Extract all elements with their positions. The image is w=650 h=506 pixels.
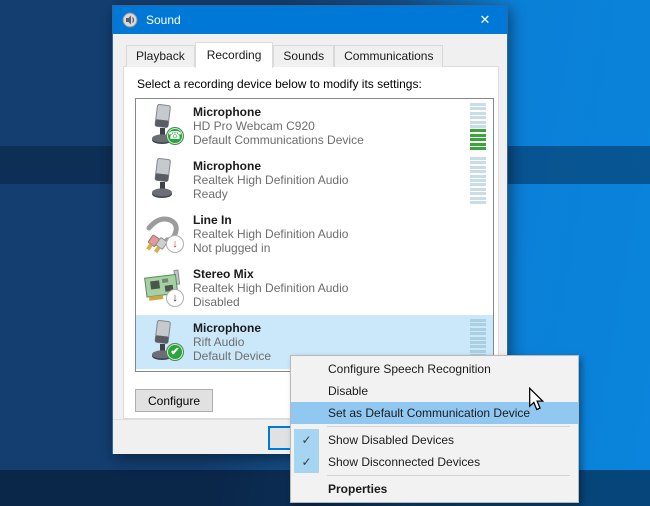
not-plugged-in-badge-icon: ↓ (166, 235, 184, 253)
communications-default-badge-icon: ☎ (166, 127, 184, 145)
default-device-badge-icon: ✔ (166, 343, 184, 361)
device-name: Line In (193, 213, 348, 227)
tab-playback[interactable]: Playback (126, 45, 195, 67)
menu-separator (327, 475, 570, 476)
checkmark-icon: ✓ (294, 429, 319, 451)
menu-item-label: Show Disconnected Devices (328, 455, 480, 469)
device-description: Rift Audio (193, 335, 271, 349)
menu-gutter (294, 380, 319, 402)
device-status: Not plugged in (193, 241, 348, 255)
tab-sounds[interactable]: Sounds (273, 45, 334, 67)
menu-separator (327, 426, 570, 427)
device-description: Realtek High Definition Audio (193, 281, 348, 295)
menu-item-properties[interactable]: Properties (291, 478, 578, 500)
device-status: Disabled (193, 295, 348, 309)
device-name: Microphone (193, 159, 348, 173)
menu-item-show-disconnected-devices[interactable]: ✓ Show Disconnected Devices (291, 451, 578, 473)
tab-communications[interactable]: Communications (334, 45, 443, 67)
menu-gutter (294, 358, 319, 380)
microphone-icon (143, 158, 183, 202)
checkmark-icon: ✓ (294, 451, 319, 473)
device-text: Stereo MixRealtek High Definition AudioD… (193, 267, 348, 309)
menu-gutter (294, 402, 319, 424)
device-name: Microphone (193, 105, 364, 119)
titlebar[interactable]: Sound ✕ (113, 6, 507, 34)
instruction-label: Select a recording device below to modif… (137, 77, 422, 91)
device-row[interactable]: MicrophoneRealtek High Definition AudioR… (136, 153, 493, 207)
device-description: Realtek High Definition Audio (193, 227, 348, 241)
menu-item-configure-speech-recognition[interactable]: Configure Speech Recognition (291, 358, 578, 380)
device-row[interactable]: ☎ MicrophoneHD Pro Webcam C920Default Com… (136, 99, 493, 153)
context-menu: Configure Speech Recognition Disable Set a… (290, 355, 579, 503)
level-meter (470, 156, 486, 204)
speaker-icon (122, 12, 138, 28)
menu-item-label: Disable (328, 384, 368, 398)
menu-gutter (294, 478, 319, 500)
tab-bar: PlaybackRecordingSoundsCommunications (126, 42, 443, 67)
device-name: Microphone (193, 321, 271, 335)
device-description: Realtek High Definition Audio (193, 173, 348, 187)
tab-recording[interactable]: Recording (195, 42, 274, 68)
level-meter (470, 102, 486, 150)
device-text: MicrophoneHD Pro Webcam C920Default Comm… (193, 105, 364, 147)
menu-item-show-disabled-devices[interactable]: ✓ Show Disabled Devices (291, 429, 578, 451)
device-text: Line InRealtek High Definition AudioNot … (193, 213, 348, 255)
device-text: MicrophoneRift AudioDefault Device (193, 321, 271, 363)
device-status: Default Communications Device (193, 133, 364, 147)
device-status: Default Device (193, 349, 271, 363)
close-button[interactable]: ✕ (463, 6, 507, 34)
mouse-cursor (527, 387, 545, 411)
menu-item-label: Properties (328, 482, 387, 496)
configure-button[interactable]: Configure (135, 389, 213, 412)
device-status: Ready (193, 187, 348, 201)
menu-item-label: Show Disabled Devices (328, 433, 454, 447)
menu-item-label: Set as Default Communication Device (328, 406, 530, 420)
desktop-background: Sound ✕ PlaybackRecordingSoundsCommunica… (0, 0, 650, 506)
device-name: Stereo Mix (193, 267, 348, 281)
device-text: MicrophoneRealtek High Definition AudioR… (193, 159, 348, 201)
menu-item-label: Configure Speech Recognition (328, 362, 491, 376)
device-description: HD Pro Webcam C920 (193, 119, 364, 133)
device-row[interactable]: ↓ Stereo MixRealtek High Definition Audio… (136, 261, 493, 315)
window-title: Sound (146, 13, 181, 27)
disabled-badge-icon: ↓ (166, 289, 184, 307)
device-list[interactable]: ☎MicrophoneHD Pro Webcam C920Default Com… (135, 98, 494, 372)
device-row[interactable]: ↓ Line InRealtek High Definition AudioNot… (136, 207, 493, 261)
